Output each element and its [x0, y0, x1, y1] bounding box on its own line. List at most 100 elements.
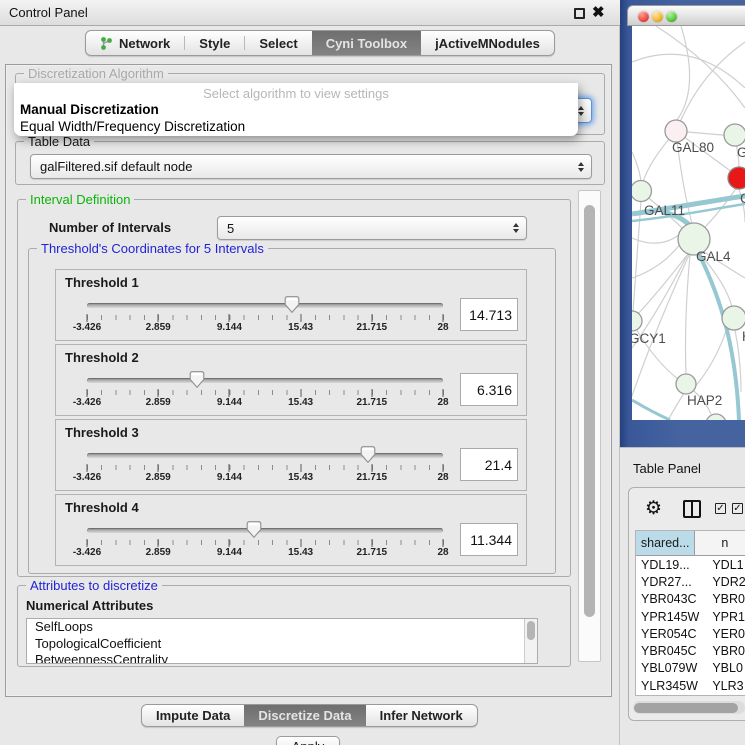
node-label: GAL80 — [672, 140, 714, 155]
tab-network[interactable]: Network — [86, 31, 184, 55]
cell-shared-name[interactable]: YBR045C — [636, 644, 709, 658]
scrollbar-thumb[interactable] — [527, 621, 535, 640]
threshold-value-field[interactable] — [460, 373, 518, 406]
list-scrollbar[interactable] — [524, 619, 537, 663]
float-icon[interactable] — [574, 8, 585, 19]
attribute-list-item[interactable]: TopologicalCoefficient — [27, 636, 537, 653]
attribute-list-item[interactable]: BetweennessCentrality — [27, 652, 537, 664]
threshold-slider[interactable]: -3.4262.8599.14415.4321.71528 — [87, 420, 443, 492]
scrollbar-thumb[interactable] — [584, 205, 595, 617]
main-scrollbar[interactable] — [578, 190, 601, 662]
tab-discretize-data[interactable]: Discretize Data — [244, 705, 365, 726]
cell-name[interactable]: YDR2 — [709, 575, 745, 589]
cell-shared-name[interactable]: YDR27... — [636, 575, 709, 589]
cell-name[interactable]: YPR1 — [709, 610, 745, 624]
table-row[interactable]: YDR27...YDR2 — [636, 573, 745, 590]
tick-label: 21.715 — [357, 472, 388, 483]
table-panel-title: Table Panel — [633, 461, 701, 476]
table-row[interactable]: YDL19...YDL1 — [636, 556, 745, 573]
node-gal11[interactable] — [632, 181, 652, 202]
network-canvas[interactable]: GAL80 GA C GAL11 GAL4 GCY1 H HAP2 — [632, 26, 745, 420]
node-h[interactable] — [722, 306, 745, 330]
table-row[interactable]: YBL079WYBL0 — [636, 660, 745, 677]
table-row[interactable]: YBR043CYBR0 — [636, 591, 745, 608]
threshold-slider[interactable]: -3.4262.8599.14415.4321.71528 — [87, 345, 443, 417]
apply-button[interactable]: Apply — [276, 736, 340, 745]
node-gcy1[interactable] — [632, 311, 642, 331]
node-partial-right[interactable] — [724, 124, 745, 146]
tab-infer-network[interactable]: Infer Network — [366, 705, 477, 726]
cell-shared-name[interactable]: YDL19... — [636, 558, 709, 572]
tab-cyni-toolbox[interactable]: Cyni Toolbox — [312, 31, 421, 55]
column-header-shared-name[interactable]: shared... — [636, 531, 695, 555]
checkbox-icon[interactable]: ✓ — [732, 503, 743, 514]
cell-shared-name[interactable]: YPR145W — [636, 610, 709, 624]
node-partial-bottom[interactable] — [706, 414, 726, 420]
cell-shared-name[interactable]: YLR345W — [636, 679, 709, 693]
tab-impute-data[interactable]: Impute Data — [142, 705, 244, 726]
checkbox-icon[interactable]: ✓ — [715, 503, 726, 514]
cell-shared-name[interactable]: YBL079W — [636, 661, 709, 675]
table-row[interactable]: YBR045CYBR0 — [636, 642, 745, 659]
slider-track[interactable] — [87, 303, 443, 308]
minimize-traffic-light-icon[interactable] — [652, 11, 663, 22]
close-traffic-light-icon[interactable] — [638, 11, 649, 22]
tab-label: Style — [199, 36, 230, 51]
combobox-value: 5 — [227, 221, 234, 236]
slider-track[interactable] — [87, 453, 443, 458]
tick-label: 28 — [437, 322, 448, 333]
tab-label: Select — [259, 36, 297, 51]
tick-mark — [87, 464, 88, 472]
table-row[interactable]: YIL052CYIL0 — [636, 694, 745, 696]
tab-style[interactable]: Style — [185, 31, 244, 55]
table-horizontal-scrollbar[interactable] — [633, 701, 745, 714]
node-attribute-table[interactable]: shared... n YDL19...YDL1YDR27...YDR2YBR0… — [635, 530, 745, 696]
threshold-slider[interactable]: -3.4262.8599.14415.4321.71528 — [87, 495, 443, 567]
zoom-traffic-light-icon[interactable] — [666, 11, 677, 22]
column-header-name[interactable]: n — [695, 531, 745, 555]
table-row[interactable]: YPR145WYPR1 — [636, 608, 745, 625]
node-red[interactable] — [728, 167, 745, 189]
slider-tick-labels: -3.4262.8599.14415.4321.71528 — [87, 472, 443, 485]
gear-icon[interactable]: ⚙ — [645, 497, 662, 520]
cell-name[interactable]: YBR0 — [709, 644, 745, 658]
dropdown-option-equal-width[interactable]: Equal Width/Frequency Discretization — [14, 118, 578, 135]
scrollbar-thumb[interactable] — [634, 703, 738, 713]
attribute-items: SelfLoopsTopologicalCoefficientBetweenne… — [27, 619, 537, 664]
threshold-value-field[interactable] — [460, 448, 518, 481]
cell-shared-name[interactable]: YER054C — [636, 627, 709, 641]
threshold-slider[interactable]: -3.4262.8599.14415.4321.71528 — [87, 270, 443, 342]
slider-thumb[interactable] — [247, 521, 262, 538]
tick-mark — [300, 539, 301, 547]
numerical-attributes-list[interactable]: SelfLoopsTopologicalCoefficientBetweenne… — [26, 618, 538, 664]
cell-name[interactable]: YBL0 — [709, 661, 745, 675]
cell-name[interactable]: YBR0 — [709, 592, 745, 606]
slider-thumb[interactable] — [361, 446, 376, 463]
slider-track[interactable] — [87, 378, 443, 383]
network-window-titlebar[interactable] — [627, 5, 745, 26]
slider-thumb[interactable] — [285, 296, 300, 313]
cell-name[interactable]: YDL1 — [709, 558, 745, 572]
table-data-combobox[interactable]: galFiltered.sif default node — [30, 154, 592, 179]
table-row[interactable]: YLR345WYLR3 — [636, 677, 745, 694]
slider-track[interactable] — [87, 528, 443, 533]
threshold-value-field[interactable] — [460, 523, 518, 556]
slider-thumb[interactable] — [190, 371, 205, 388]
close-icon[interactable]: ✖ — [592, 3, 605, 21]
cell-name[interactable]: YLR3 — [709, 679, 745, 693]
cell-name[interactable]: YER0 — [709, 627, 745, 641]
node-gal80[interactable] — [665, 120, 687, 142]
tab-jactivemnodules[interactable]: jActiveMNodules — [421, 31, 554, 55]
num-intervals-combobox[interactable]: 5 — [217, 216, 527, 240]
tick-label: 9.144 — [217, 472, 242, 483]
attribute-list-item[interactable]: SelfLoops — [27, 619, 537, 636]
node-label: GAL4 — [696, 249, 731, 264]
table-row[interactable]: YER054CYER0 — [636, 625, 745, 642]
tick-label: 15.43 — [288, 472, 313, 483]
node-hap2[interactable] — [676, 374, 696, 394]
tab-select[interactable]: Select — [245, 31, 311, 55]
split-columns-icon[interactable] — [683, 500, 701, 518]
dropdown-option-manual[interactable]: Manual Discretization — [14, 101, 578, 118]
threshold-value-field[interactable] — [460, 298, 518, 331]
cell-shared-name[interactable]: YBR043C — [636, 592, 709, 606]
